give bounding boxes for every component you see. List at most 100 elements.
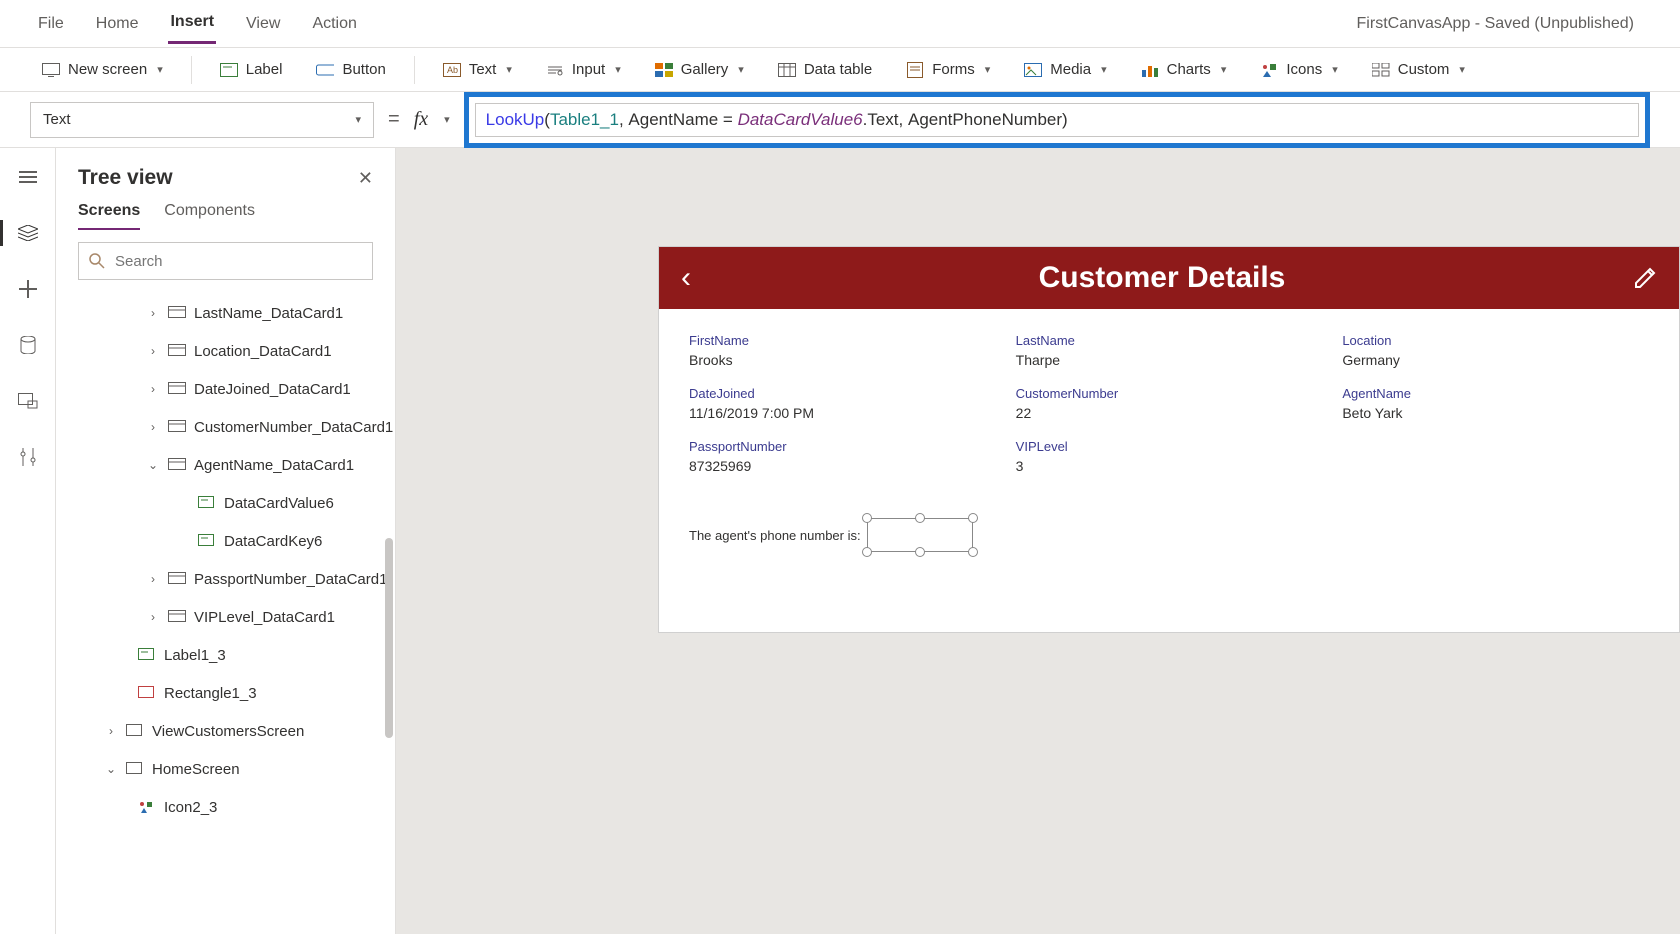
tree-item-dcv6[interactable]: DataCardValue6 xyxy=(56,484,395,522)
property-dropdown[interactable]: Text ▾ xyxy=(30,102,374,138)
chevron-right-icon[interactable]: › xyxy=(146,306,160,320)
menu-insert[interactable]: Insert xyxy=(168,3,216,44)
chevron-right-icon[interactable]: › xyxy=(146,420,160,434)
tree-view-title: Tree view xyxy=(78,166,173,190)
media-dropdown[interactable]: Media▾ xyxy=(1012,55,1118,85)
card-icon xyxy=(168,306,186,320)
charts-dropdown[interactable]: Charts▾ xyxy=(1129,55,1239,85)
app-title-status: FirstCanvasApp - Saved (Unpublished) xyxy=(1357,15,1644,33)
formula-token-fn: LookUp xyxy=(486,110,545,130)
label-icon xyxy=(138,648,156,662)
back-icon[interactable]: ‹ xyxy=(681,261,691,295)
tree-item-label: DataCardValue6 xyxy=(224,495,334,512)
tree-item-custnum[interactable]: ›CustomerNumber_DataCard1 xyxy=(56,408,395,446)
chevron-right-icon[interactable]: › xyxy=(146,382,160,396)
data-table-button[interactable]: Data table xyxy=(766,55,884,85)
resize-handle[interactable] xyxy=(968,547,978,557)
canvas-area[interactable]: ‹ Customer Details FirstNameBrooks LastN… xyxy=(396,148,1680,934)
chevron-right-icon[interactable]: › xyxy=(104,724,118,738)
field-value: Brooks xyxy=(689,352,996,368)
tab-screens[interactable]: Screens xyxy=(78,202,140,230)
chevron-right-icon[interactable]: › xyxy=(146,610,160,624)
icons-icon xyxy=(138,800,156,814)
icons-dropdown[interactable]: Icons▾ xyxy=(1248,55,1349,85)
tree-item-viewcust[interactable]: ›ViewCustomersScreen xyxy=(56,712,395,750)
gallery-dropdown[interactable]: Gallery▾ xyxy=(643,55,756,85)
tree-item-label: VIPLevel_DataCard1 xyxy=(194,609,335,626)
resize-handle[interactable] xyxy=(915,513,925,523)
search-input[interactable] xyxy=(115,253,362,270)
chevron-down-icon[interactable]: ⌄ xyxy=(104,762,118,776)
chevron-right-icon[interactable]: › xyxy=(146,572,160,586)
formula-bar: Text ▾ = fx▾ LookUp(Table1_1, AgentName … xyxy=(0,92,1680,148)
button-button[interactable]: Button xyxy=(304,55,397,85)
tree-item-agentname[interactable]: ⌄AgentName_DataCard1 xyxy=(56,446,395,484)
insert-ribbon: New screen▾ Label Button Ab Text▾ Input▾… xyxy=(0,48,1680,92)
scrollbar-thumb[interactable] xyxy=(385,538,393,738)
edit-icon[interactable] xyxy=(1633,266,1657,290)
custom-dropdown[interactable]: Custom▾ xyxy=(1360,55,1477,85)
formula-input[interactable]: LookUp(Table1_1, AgentName = DataCardVal… xyxy=(475,103,1639,137)
hamburger-icon[interactable] xyxy=(16,165,40,189)
chevron-down-icon[interactable]: ⌄ xyxy=(146,458,160,472)
tree-item-label13[interactable]: Label1_3 xyxy=(56,636,395,674)
text-icon: Ab xyxy=(443,61,461,79)
new-screen-button[interactable]: New screen▾ xyxy=(30,55,175,85)
formula-highlight-box: LookUp(Table1_1, AgentName = DataCardVal… xyxy=(464,92,1650,148)
charts-icon xyxy=(1141,61,1159,79)
search-icon xyxy=(89,253,105,269)
formula-token-id: Table1_1 xyxy=(550,110,619,130)
resize-handle[interactable] xyxy=(915,547,925,557)
resize-handle[interactable] xyxy=(862,513,872,523)
insert-icon[interactable] xyxy=(16,277,40,301)
field-label: DateJoined xyxy=(689,386,996,401)
tree-item-passport[interactable]: ›PassportNumber_DataCard1 xyxy=(56,560,395,598)
formula-token: , xyxy=(619,110,628,130)
field-label: VIPLevel xyxy=(1016,439,1323,454)
field-lastname: LastNameTharpe xyxy=(1016,333,1323,368)
tab-components[interactable]: Components xyxy=(164,202,255,230)
chevron-down-icon[interactable]: ▾ xyxy=(444,113,450,126)
media-rail-icon[interactable] xyxy=(16,389,40,413)
tree-items: ›LastName_DataCard1 ›Location_DataCard1 … xyxy=(56,292,395,934)
tree-item-dck6[interactable]: DataCardKey6 xyxy=(56,522,395,560)
tree-item-label: Location_DataCard1 xyxy=(194,343,332,360)
close-icon[interactable]: ✕ xyxy=(358,168,373,189)
menu-view[interactable]: View xyxy=(244,5,282,43)
tree-item-rect13[interactable]: Rectangle1_3 xyxy=(56,674,395,712)
table-icon xyxy=(778,61,796,79)
text-dropdown[interactable]: Ab Text▾ xyxy=(431,55,524,85)
chevron-down-icon: ▾ xyxy=(1332,63,1338,76)
menu-action[interactable]: Action xyxy=(310,5,358,43)
data-icon[interactable] xyxy=(16,333,40,357)
tree-view-icon[interactable] xyxy=(16,221,40,245)
label-button[interactable]: Label xyxy=(208,55,295,85)
tree-item-datejoined[interactable]: ›DateJoined_DataCard1 xyxy=(56,370,395,408)
resize-handle[interactable] xyxy=(968,513,978,523)
advanced-tools-icon[interactable] xyxy=(16,445,40,469)
chevron-right-icon[interactable]: › xyxy=(146,344,160,358)
tree-item-lastname[interactable]: ›LastName_DataCard1 xyxy=(56,294,395,332)
tree-search[interactable] xyxy=(78,242,373,280)
field-agentname: AgentNameBeto Yark xyxy=(1342,386,1649,421)
field-custnum: CustomerNumber22 xyxy=(1016,386,1323,421)
rectangle-icon xyxy=(138,686,156,700)
tree-item-homescreen[interactable]: ⌄HomeScreen xyxy=(56,750,395,788)
tree-item-icon23[interactable]: Icon2_3 xyxy=(56,788,395,826)
menu-home[interactable]: Home xyxy=(94,5,141,43)
menu-file[interactable]: File xyxy=(36,5,66,43)
input-dropdown[interactable]: Input▾ xyxy=(534,55,633,85)
field-value: 3 xyxy=(1016,458,1323,474)
resize-handle[interactable] xyxy=(862,547,872,557)
label-icon xyxy=(220,61,238,79)
preview-form: FirstNameBrooks LastNameTharpe LocationG… xyxy=(659,309,1679,498)
forms-dropdown[interactable]: Forms▾ xyxy=(894,55,1002,85)
tree-item-label: Rectangle1_3 xyxy=(164,685,257,702)
field-label: FirstName xyxy=(689,333,996,348)
field-label: Location xyxy=(1342,333,1649,348)
svg-text:Ab: Ab xyxy=(447,65,458,75)
tree-item-location[interactable]: › Location_DataCard1 xyxy=(56,332,395,370)
agent-phone-label: The agent's phone number is: xyxy=(689,528,861,543)
selected-label-control[interactable] xyxy=(867,518,973,552)
tree-item-viplevel[interactable]: › VIPLevel_DataCard1 xyxy=(56,598,395,636)
